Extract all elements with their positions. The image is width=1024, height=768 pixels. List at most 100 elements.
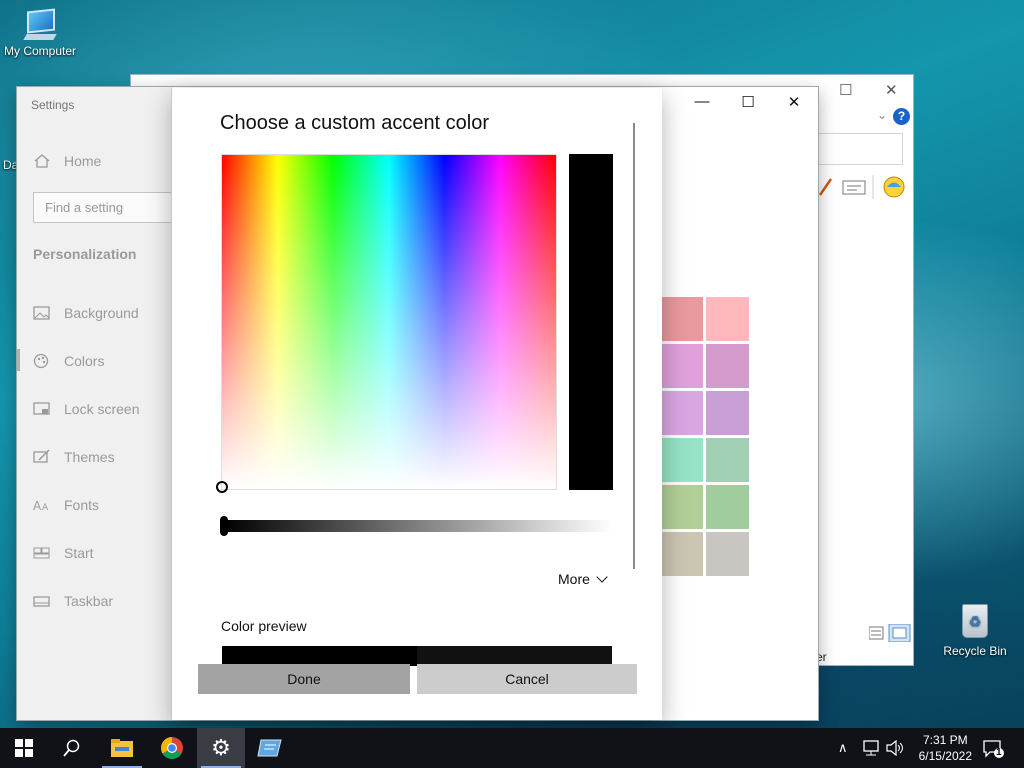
taskbar-file-explorer[interactable] bbox=[98, 728, 146, 768]
svg-text:A: A bbox=[42, 503, 49, 513]
spectrum-handle[interactable] bbox=[216, 481, 228, 493]
notification-count: 1 bbox=[996, 747, 1002, 758]
explorer-maximize-icon[interactable]: ☐ bbox=[839, 81, 852, 99]
accent-swatch[interactable] bbox=[706, 297, 749, 341]
brightness-slider-thumb[interactable] bbox=[220, 516, 228, 536]
my-computer-label: My Computer bbox=[3, 44, 77, 58]
sidebar-item-themes[interactable]: Themes bbox=[33, 445, 115, 469]
chevron-down-icon bbox=[596, 571, 608, 583]
details-view-icon bbox=[868, 626, 884, 640]
find-setting-input[interactable]: Find a setting bbox=[33, 192, 183, 223]
network-icon[interactable] bbox=[862, 740, 880, 756]
section-title: Personalization bbox=[33, 246, 137, 262]
custom-accent-dialog: Choose a custom accent color More Color … bbox=[172, 88, 662, 720]
view-toggle[interactable] bbox=[868, 623, 911, 645]
minimize-icon: — bbox=[694, 93, 710, 110]
start-button[interactable] bbox=[0, 728, 48, 768]
recycle-bin-desktop-icon[interactable]: ♻ Recycle Bin bbox=[935, 600, 1015, 658]
sidebar-item-colors[interactable]: Colors bbox=[33, 349, 104, 373]
sidebar-label-colors: Colors bbox=[64, 353, 105, 369]
ribbon-expand-chevron-icon[interactable]: ⌄ bbox=[877, 108, 887, 122]
done-button[interactable]: Done bbox=[198, 664, 410, 694]
close-icon: ✕ bbox=[787, 94, 801, 111]
lock-screen-icon bbox=[33, 402, 50, 415]
taskbar-clock[interactable]: 7:31 PM 6/15/2022 bbox=[919, 732, 972, 764]
explorer-search-input[interactable] bbox=[817, 133, 903, 165]
accent-swatch[interactable] bbox=[660, 485, 703, 529]
start-layout-icon bbox=[33, 547, 50, 559]
svg-text:A: A bbox=[33, 499, 42, 513]
accent-swatch[interactable] bbox=[660, 438, 703, 482]
recycle-bin-label: Recycle Bin bbox=[943, 644, 1007, 658]
sidebar-label-lock-screen: Lock screen bbox=[64, 401, 140, 417]
accent-swatch[interactable] bbox=[660, 344, 703, 388]
dialog-scrollbar[interactable] bbox=[633, 123, 635, 569]
sidebar-item-start[interactable]: Start bbox=[33, 541, 94, 565]
volume-icon[interactable] bbox=[886, 740, 904, 756]
large-icons-view-icon bbox=[888, 623, 911, 643]
control-panel-icon bbox=[257, 739, 282, 757]
minimize-button[interactable]: — bbox=[679, 93, 725, 115]
more-label: More bbox=[558, 571, 590, 587]
action-center-button[interactable]: 1 bbox=[982, 739, 1004, 762]
pen-icon bbox=[818, 178, 833, 196]
taskbar: ⚙ ∧ 7:31 PM 6/15/2022 1 bbox=[0, 728, 1024, 768]
recycle-bin-icon: ♻ bbox=[958, 600, 992, 640]
brush-icon bbox=[33, 449, 50, 463]
dialog-title: Choose a custom accent color bbox=[220, 112, 490, 134]
color-preview bbox=[222, 646, 612, 666]
my-computer-desktop-icon[interactable]: My Computer bbox=[0, 8, 80, 58]
settings-app-title: Settings bbox=[31, 98, 75, 112]
sidebar-label-themes: Themes bbox=[64, 449, 115, 465]
explorer-toolbar-icons bbox=[818, 175, 905, 199]
sidebar-label-taskbar: Taskbar bbox=[64, 593, 114, 609]
more-toggle[interactable]: More bbox=[558, 571, 608, 587]
accent-swatch[interactable] bbox=[660, 532, 703, 576]
brightness-slider[interactable] bbox=[220, 516, 612, 536]
image-icon bbox=[33, 306, 50, 320]
maximize-icon: ☐ bbox=[741, 94, 755, 111]
maximize-button[interactable]: ☐ bbox=[725, 93, 771, 115]
home-label: Home bbox=[64, 153, 102, 169]
color-spectrum-picker[interactable] bbox=[216, 154, 557, 493]
sidebar-item-taskbar[interactable]: Taskbar bbox=[33, 589, 113, 613]
sidebar-label-background: Background bbox=[64, 305, 139, 321]
accent-swatch[interactable] bbox=[706, 391, 749, 435]
show-hidden-icons-chevron-icon[interactable]: ∧ bbox=[838, 740, 848, 756]
file-explorer-icon bbox=[111, 739, 133, 757]
fonts-icon: AA bbox=[33, 499, 49, 513]
mail-icon bbox=[842, 180, 866, 195]
accent-swatch[interactable] bbox=[660, 297, 703, 341]
chrome-icon bbox=[161, 737, 183, 759]
color-preview-label: Color preview bbox=[221, 618, 307, 634]
sidebar-item-fonts[interactable]: AA Fonts bbox=[33, 493, 99, 517]
sidebar-item-background[interactable]: Background bbox=[33, 301, 139, 325]
sidebar-label-start: Start bbox=[64, 545, 94, 561]
accent-swatch[interactable] bbox=[706, 485, 749, 529]
taskbar-icon bbox=[33, 596, 50, 607]
taskbar-control-panel[interactable] bbox=[246, 728, 294, 768]
explorer-close-icon[interactable]: ✕ bbox=[885, 81, 898, 99]
search-icon bbox=[63, 739, 80, 757]
taskbar-chrome[interactable] bbox=[148, 728, 196, 768]
selected-color-swatch bbox=[569, 154, 613, 490]
settings-sidebar: Settings Home Find a setting Personaliza… bbox=[17, 87, 183, 720]
home-icon bbox=[34, 154, 50, 168]
close-button[interactable]: ✕ bbox=[771, 93, 817, 115]
active-indicator bbox=[17, 349, 20, 371]
clock-time: 7:31 PM bbox=[922, 733, 968, 747]
windows-logo-icon bbox=[15, 739, 33, 757]
taskbar-settings[interactable]: ⚙ bbox=[197, 728, 245, 768]
palette-icon bbox=[33, 353, 49, 369]
accent-swatch[interactable] bbox=[706, 532, 749, 576]
sidebar-item-lock-screen[interactable]: Lock screen bbox=[33, 397, 139, 421]
cancel-button[interactable]: Cancel bbox=[417, 664, 637, 694]
computer-icon bbox=[23, 8, 57, 40]
accent-swatch[interactable] bbox=[706, 438, 749, 482]
accent-swatch[interactable] bbox=[706, 344, 749, 388]
help-icon[interactable]: ? bbox=[893, 108, 910, 125]
taskbar-search-button[interactable] bbox=[48, 728, 96, 768]
sidebar-item-home[interactable]: Home bbox=[33, 149, 101, 173]
accent-swatch[interactable] bbox=[660, 391, 703, 435]
settings-gear-icon: ⚙ bbox=[211, 735, 231, 760]
